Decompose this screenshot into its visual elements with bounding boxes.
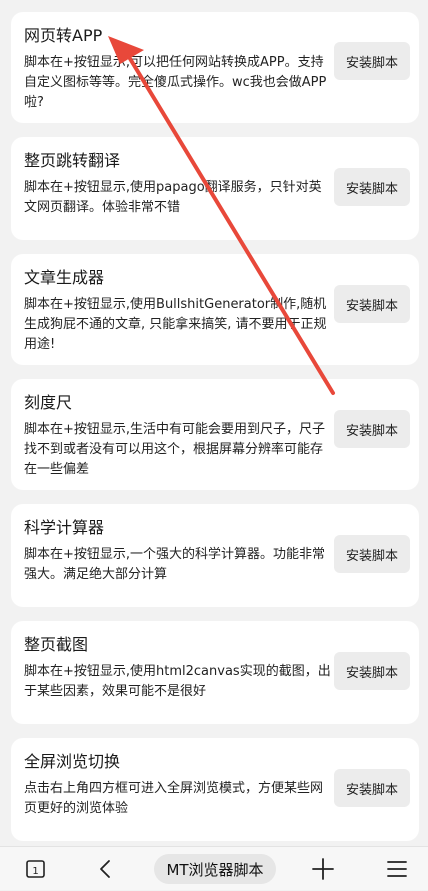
add-button[interactable] bbox=[302, 847, 344, 891]
script-title: 网页转APP bbox=[24, 26, 103, 45]
script-description: 脚本在+按钮显示,一个强大的科学计算器。功能非常强大。满足绝大部分计算 bbox=[24, 547, 326, 582]
script-description: 脚本在+按钮显示,生活中有可能会要用到尺子，尺子找不到或者没有可以用这个，根据屏… bbox=[24, 422, 326, 477]
script-card-ruler: 刻度尺 脚本在+按钮显示,生活中有可能会要用到尺子，尺子找不到或者没有可以用这个… bbox=[11, 379, 419, 490]
install-button[interactable]: 安装脚本 bbox=[334, 42, 410, 80]
script-card-screenshot: 整页截图 脚本在+按钮显示,使用html2canvas实现的截图，出于某些因素，… bbox=[11, 621, 419, 724]
page-title-button[interactable]: MT浏览器脚本 bbox=[144, 847, 286, 891]
tabs-icon: 1 bbox=[26, 860, 45, 878]
script-description: 脚本在+按钮显示,可以把任何网站转换成APP。支持自定义图标等等。完全傻瓜式操作… bbox=[24, 55, 327, 110]
script-title: 科学计算器 bbox=[24, 518, 105, 537]
script-title: 整页跳转翻译 bbox=[24, 151, 121, 170]
script-description: 脚本在+按钮显示,使用papago翻译服务，只针对英文网页翻译。体验非常不错 bbox=[24, 180, 322, 215]
script-description: 脚本在+按钮显示,使用html2canvas实现的截图，出于某些因素，效果可能不… bbox=[24, 664, 331, 699]
bottom-toolbar: 1 MT浏览器脚本 bbox=[0, 846, 428, 890]
script-title: 刻度尺 bbox=[24, 393, 73, 412]
back-button[interactable] bbox=[86, 847, 126, 891]
install-button[interactable]: 安装脚本 bbox=[334, 535, 410, 573]
menu-icon bbox=[387, 861, 407, 877]
script-card-web-to-app: 网页转APP 脚本在+按钮显示,可以把任何网站转换成APP。支持自定义图标等等。… bbox=[11, 12, 419, 123]
script-title: 文章生成器 bbox=[24, 268, 105, 287]
script-title: 全屏浏览切换 bbox=[24, 752, 121, 771]
back-icon bbox=[100, 860, 110, 878]
script-card-page-translate: 整页跳转翻译 脚本在+按钮显示,使用papago翻译服务，只针对英文网页翻译。体… bbox=[11, 137, 419, 240]
script-title: 整页截图 bbox=[24, 635, 89, 654]
page-title-pill: MT浏览器脚本 bbox=[154, 854, 276, 884]
script-card-fullscreen: 全屏浏览切换 点击右上角四方框可进入全屏浏览模式，方便某些网页更好的浏览体验 安… bbox=[11, 738, 419, 841]
install-button[interactable]: 安装脚本 bbox=[334, 652, 410, 690]
script-list: 网页转APP 脚本在+按钮显示,可以把任何网站转换成APP。支持自定义图标等等。… bbox=[0, 0, 428, 846]
script-description: 点击右上角四方框可进入全屏浏览模式，方便某些网页更好的浏览体验 bbox=[24, 781, 324, 816]
tabs-button[interactable]: 1 bbox=[16, 847, 56, 891]
install-button[interactable]: 安装脚本 bbox=[334, 410, 410, 448]
tab-count: 1 bbox=[32, 866, 38, 877]
install-button[interactable]: 安装脚本 bbox=[334, 168, 410, 206]
script-card-article-generator: 文章生成器 脚本在+按钮显示,使用BullshitGenerator制作,随机生… bbox=[11, 254, 419, 365]
script-card-calculator: 科学计算器 脚本在+按钮显示,一个强大的科学计算器。功能非常强大。满足绝大部分计… bbox=[11, 504, 419, 607]
install-button[interactable]: 安装脚本 bbox=[334, 769, 410, 807]
plus-icon bbox=[312, 858, 334, 880]
script-description: 脚本在+按钮显示,使用BullshitGenerator制作,随机生成狗屁不通的… bbox=[24, 297, 327, 352]
menu-button[interactable] bbox=[376, 847, 418, 891]
install-button[interactable]: 安装脚本 bbox=[334, 285, 410, 323]
